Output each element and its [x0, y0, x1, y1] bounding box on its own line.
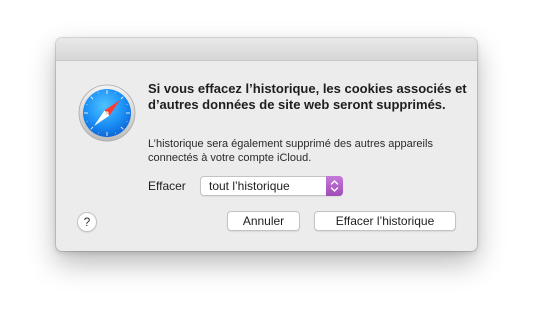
- dialog-informative-text: L’historique sera également supprimé des…: [148, 138, 433, 164]
- dialog-titlebar[interactable]: [56, 38, 477, 61]
- dialog-headline: Si vous effacez l’historique, les cookie…: [148, 81, 467, 112]
- cancel-button[interactable]: Annuler: [227, 211, 300, 231]
- clear-range-select[interactable]: tout l’historique: [200, 176, 343, 196]
- clear-range-label: Effacer: [148, 179, 186, 193]
- help-button[interactable]: ?: [77, 212, 97, 232]
- safari-compass-icon: [78, 84, 136, 142]
- chevron-up-down-icon: [326, 176, 343, 196]
- clear-range-selected-value: tout l’historique: [209, 179, 290, 193]
- clear-history-button[interactable]: Effacer l’historique: [314, 211, 456, 231]
- clear-history-dialog: Si vous effacez l’historique, les cookie…: [56, 38, 477, 251]
